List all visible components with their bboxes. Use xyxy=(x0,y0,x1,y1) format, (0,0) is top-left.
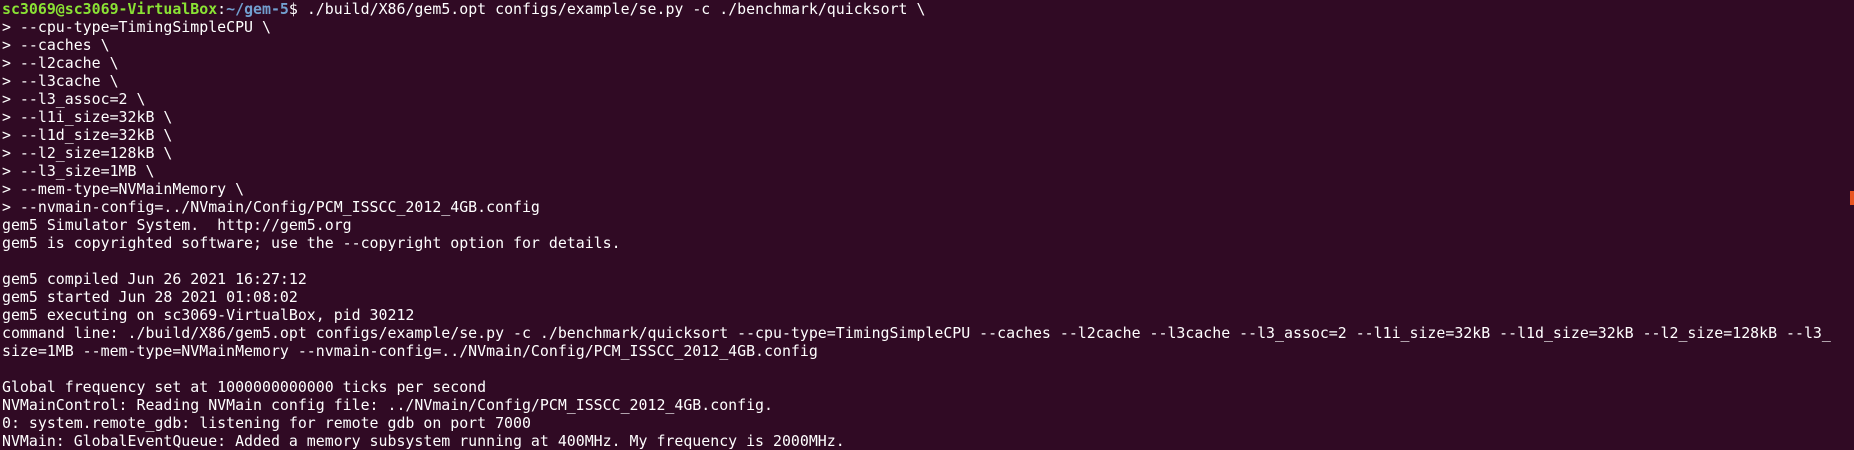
terminal-line: NVMainControl: Reading NVMain config fil… xyxy=(2,396,773,414)
terminal-line: > --l2cache \ xyxy=(2,54,119,72)
terminal-line: > --nvmain-config=../NVmain/Config/PCM_I… xyxy=(2,198,540,216)
terminal-line: command line: ./build/X86/gem5.opt confi… xyxy=(2,324,1831,342)
terminal-line: > --cpu-type=TimingSimpleCPU \ xyxy=(2,18,271,36)
terminal-line: NVMain: GlobalEventQueue: Added a memory… xyxy=(2,432,845,450)
prompt-colon: : xyxy=(217,0,227,18)
terminal-line: gem5 Simulator System. http://gem5.org xyxy=(2,216,352,234)
prompt-symbol: $ xyxy=(288,0,307,18)
terminal-line: gem5 started Jun 28 2021 01:08:02 xyxy=(2,288,298,306)
terminal-line: > --l1i_size=32kB \ xyxy=(2,108,173,126)
scrollbar-marker[interactable] xyxy=(1850,191,1854,205)
terminal-window[interactable]: sc3069@sc3069-VirtualBox:~/gem-5$ ./buil… xyxy=(0,0,1854,450)
terminal-line: > --l1d_size=32kB \ xyxy=(2,126,173,144)
terminal-line: > --l3_size=1MB \ xyxy=(2,162,155,180)
terminal-line: > --l3_assoc=2 \ xyxy=(2,90,146,108)
terminal-line: > --l2_size=128kB \ xyxy=(2,144,173,162)
terminal-line: > --caches \ xyxy=(2,36,110,54)
terminal-line: gem5 executing on sc3069-VirtualBox, pid… xyxy=(2,306,415,324)
terminal-line: gem5 compiled Jun 26 2021 16:27:12 xyxy=(2,270,307,288)
prompt-command: ./build/X86/gem5.opt configs/example/se.… xyxy=(306,0,926,18)
prompt-path: ~/gem-5 xyxy=(226,0,289,18)
terminal-line: > --mem-type=NVMainMemory \ xyxy=(2,180,245,198)
terminal-line: size=1MB --mem-type=NVMainMemory --nvmai… xyxy=(2,342,818,360)
prompt-user-host: sc3069@sc3069-VirtualBox xyxy=(2,0,218,18)
terminal-line: gem5 is copyrighted software; use the --… xyxy=(2,234,621,252)
terminal-line: > --l3cache \ xyxy=(2,72,119,90)
terminal-line: 0: system.remote_gdb: listening for remo… xyxy=(2,414,531,432)
terminal-line: Global frequency set at 1000000000000 ti… xyxy=(2,378,487,396)
prompt-line: sc3069@sc3069-VirtualBox:~/gem-5$ ./buil… xyxy=(2,0,1854,18)
